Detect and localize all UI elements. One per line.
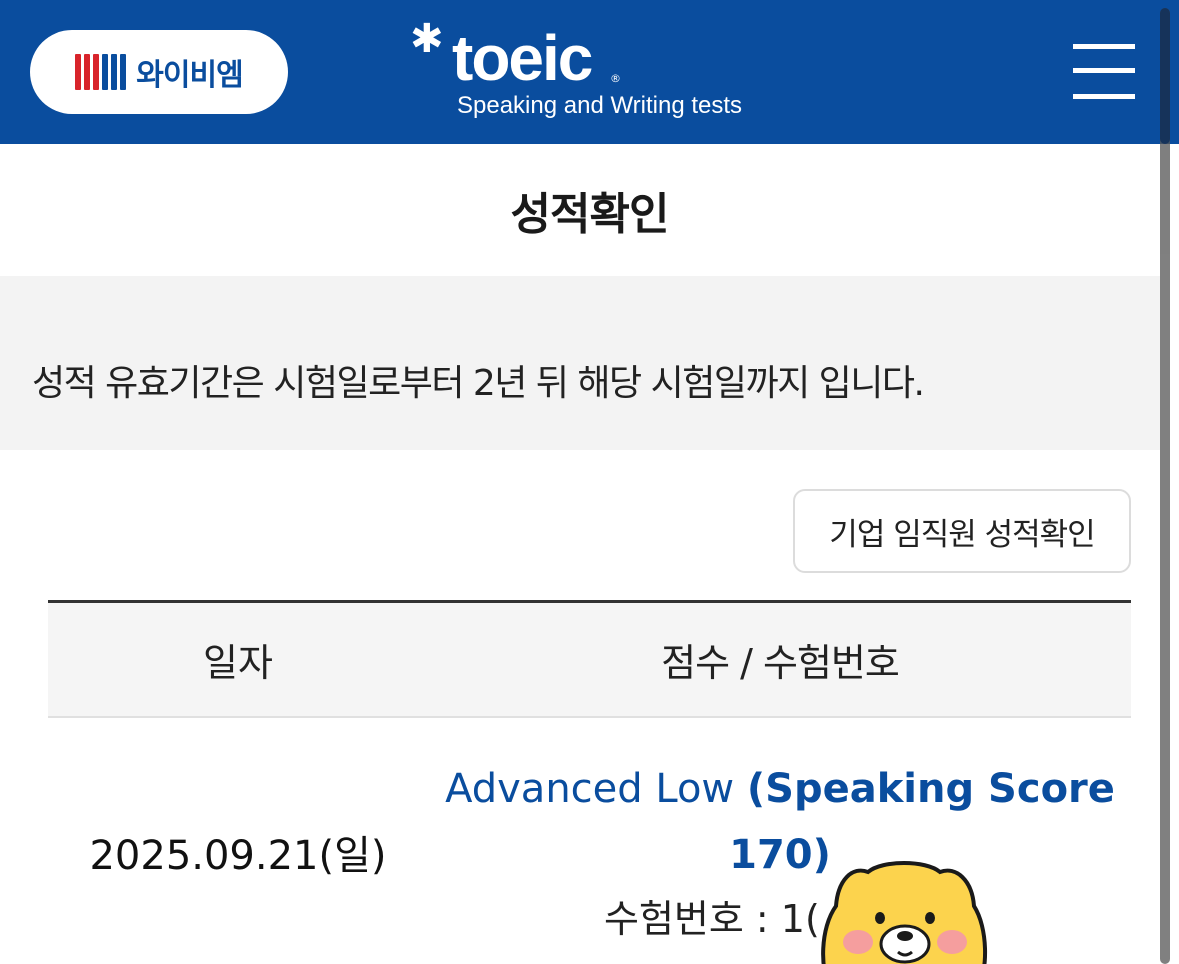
column-header-score: 점수 / 수험번호 <box>661 641 900 685</box>
site-header: 와이비엠 ✱ toeic ® Speaking and Writing test… <box>0 0 1179 144</box>
scrollbar[interactable] <box>1160 8 1170 964</box>
row-exam-number: 수험번호 : 1( <box>604 897 820 941</box>
ybm-mark-icon <box>75 54 127 90</box>
row-date: 2025.09.21(일) <box>89 833 387 879</box>
ybm-logo-text: 와이비엠 <box>136 58 243 93</box>
toeic-subtitle: Speaking and Writing tests <box>457 92 743 119</box>
asterisk-icon: ✱ <box>410 16 444 62</box>
row-score[interactable]: Advanced Low (Speaking Score 170) <box>440 756 1120 888</box>
column-header-date: 일자 <box>203 641 273 685</box>
character-sticker-icon <box>821 861 987 964</box>
notice-text: 성적 유효기간은 시험일로부터 2년 뒤 해당 시험일까지 입니다. <box>32 363 925 404</box>
corporate-score-check-button[interactable]: 기업 임직원 성적확인 <box>793 489 1131 573</box>
score-level: Advanced Low <box>445 766 735 812</box>
page-title: 성적확인 <box>510 189 670 240</box>
toeic-wordmark: toeic <box>452 22 593 94</box>
registered-mark: ® <box>610 72 621 85</box>
hamburger-menu-icon[interactable] <box>1073 44 1135 100</box>
ybm-logo[interactable]: 와이비엠 <box>30 30 288 114</box>
toeic-logo[interactable]: ✱ toeic ® Speaking and Writing tests <box>410 16 790 122</box>
